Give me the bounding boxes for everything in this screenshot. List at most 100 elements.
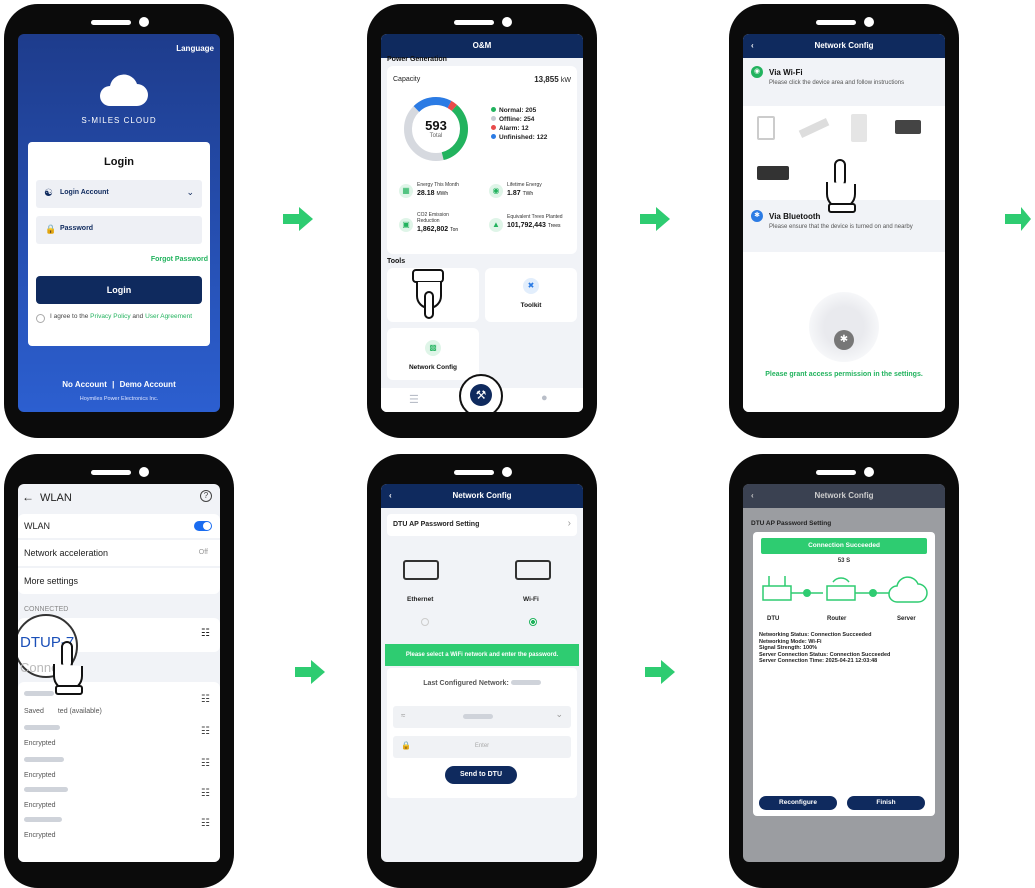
phone-camera [139,17,149,27]
agree-and: and [130,313,146,320]
connection-details: Networking Status: Connection Succeeded … [759,632,935,665]
phone-notch [816,20,856,25]
network-item[interactable]: Encrypted [24,784,68,809]
microinverter-icon[interactable] [895,120,921,134]
om-screen: O&M Power Generation Capacity 13,855 kW … [381,34,583,412]
legend-unfinished: Unfinished: 122 [491,133,547,142]
privacy-policy-link[interactable]: Privacy Policy [90,313,130,320]
ethernet-router-icon[interactable] [403,560,439,580]
network-config-icon: ▩ [425,340,441,356]
network-item[interactable]: Encrypted [24,722,60,747]
wlan-title: WLAN [40,492,72,504]
wifi-router-icon[interactable] [515,560,551,580]
ethernet-label: Ethernet [407,596,434,603]
toolkit-icon: ✖ [523,278,539,294]
wifi-lock-icon: ☷ [201,694,210,705]
router-label: Router [827,616,847,622]
phone-notch [816,470,856,475]
network-config-label: Network Config [408,364,458,371]
forgot-password-link[interactable]: Forgot Password [151,256,208,263]
ap-password-setting-row[interactable]: DTU AP Password Setting › [387,514,577,536]
reconfigure-button[interactable]: Reconfigure [759,796,837,810]
back-arrow-icon[interactable]: ‹ [389,484,392,508]
gateway-device-icon[interactable] [757,166,789,180]
tools-title: Tools [387,258,406,265]
help-icon[interactable]: ? [200,490,212,502]
last-network-label: Last Configured Network: [423,680,509,687]
dtu-stick-icon[interactable] [798,118,830,138]
available-networks-list: Saved ted (available) ☷ Encrypted ☷ Encry… [18,682,220,862]
more-settings-row[interactable]: More settings [18,568,220,594]
back-arrow-icon[interactable]: ← [22,490,34,504]
bluetooth-radar [809,292,879,362]
login-account-placeholder: Login Account [60,189,109,196]
login-button[interactable]: Login [36,276,202,304]
dtu-label: DTU [767,616,780,622]
co2-factory-icon: ▣ [399,218,413,232]
server-connection-time: Server Connection Time: 2025-04-21 12:03… [759,658,878,664]
chevron-down-icon[interactable]: ⌄ [186,187,194,198]
user-icon: ☯ [44,188,53,199]
login-title: Login [104,156,134,168]
co2-value: 1,862,802 Ton [417,226,459,233]
network-item[interactable]: Encrypted [24,814,62,839]
network-config-card[interactable]: ▩ Network Config [387,328,479,380]
agree-prefix: I agree to the [50,313,91,320]
legend-offline: Offline: 254 [491,115,547,124]
om-header: O&M [381,34,583,58]
flow-arrow-icon [283,207,313,231]
lifetime-energy-icon: ◉ [489,184,503,198]
demo-account-link[interactable]: Demo Account [120,380,176,389]
agree-checkbox[interactable] [36,314,45,323]
grant-permission-text[interactable]: Please grant access permission in the se… [753,370,935,379]
meter-device-icon[interactable] [851,114,867,142]
toolkit-card[interactable]: ✖ Toolkit [485,268,577,322]
flow-arrow-icon [640,207,670,231]
via-wifi-title: Via Wi-Fi [769,68,803,77]
back-arrow-icon[interactable]: ‹ [751,34,754,58]
wlan-switch[interactable] [194,521,212,531]
phone-camera [502,17,512,27]
no-account-link[interactable]: No Account [62,380,107,389]
via-bluetooth-title: Via Bluetooth [769,212,821,221]
wifi-ssid-select[interactable]: ≈ ⌄ [393,706,571,728]
wifi-password-input[interactable]: 🔒 Enter [393,736,571,758]
wifi-lock-icon: ☷ [201,758,210,769]
network-item[interactable]: Encrypted [24,754,64,779]
language-link[interactable]: Language [176,44,214,53]
back-arrow-icon[interactable]: ‹ [751,484,754,508]
dtu-device-icon[interactable] [757,116,775,140]
power-generation-title: Power Generation [387,56,447,63]
status-legend: Normal: 205 Offline: 254 Alarm: 12 Unfin… [491,106,547,142]
chevron-right-icon: › [567,518,571,529]
user-agreement-link[interactable]: User Agreement [145,313,192,320]
password-field[interactable]: 🔒 Password [36,216,202,244]
ethernet-radio[interactable] [421,618,429,626]
wifi-icon: ◉ [751,66,763,78]
tools-nav-button[interactable]: ⚒ [459,374,503,412]
wifi-radio-selected[interactable] [529,618,537,626]
phone-wlan: ← WLAN ? WLAN Network acceleration Off M… [4,454,234,888]
wifi-icon: ≈ [401,711,406,720]
list-icon[interactable]: ☰ [409,393,419,406]
profile-icon[interactable]: ● [541,392,548,404]
pointing-hand-icon [409,268,449,324]
phone-om: O&M Power Generation Capacity 13,855 kW … [367,4,597,438]
send-to-dtu-button[interactable]: Send to DTU [445,766,517,784]
phone-camera [502,467,512,477]
energy-month-value: 28.18 MWh [417,190,449,197]
network-config-screen: ‹ Network Config ◉ Via Wi-Fi Please click… [743,34,945,412]
login-card: Login ☯ Login Account ⌄ 🔒 Password Forgo… [28,142,210,346]
saved-label: Saved [24,708,44,715]
login-account-field[interactable]: ☯ Login Account ⌄ [36,180,202,208]
finish-button[interactable]: Finish [847,796,925,810]
chevron-down-icon: ⌄ [555,709,563,719]
phone-camera [864,17,874,27]
network-config-header: ‹ Network Config [743,484,945,508]
wlan-toggle-row[interactable]: WLAN [18,514,220,538]
phone-network-config: ‹ Network Config ◉ Via Wi-Fi Please click… [729,4,959,438]
total-label: Total [429,133,443,139]
pointing-hand-icon [821,158,861,214]
flow-arrow-icon [1005,207,1035,231]
network-acceleration-row[interactable]: Network acceleration Off [18,540,220,566]
